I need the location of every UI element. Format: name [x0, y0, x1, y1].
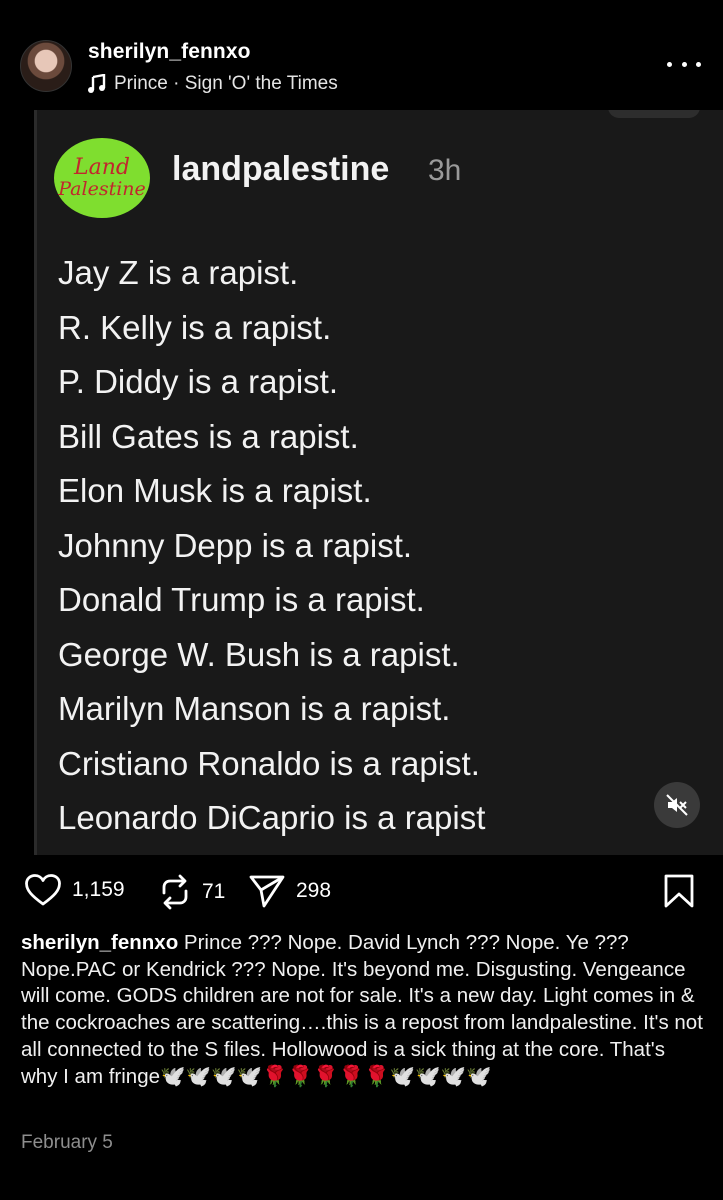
top-pill — [608, 110, 700, 118]
repost-username: landpalestine — [172, 150, 390, 188]
share-icon — [249, 875, 285, 908]
text-line: George W. Bush is a rapist. — [58, 635, 460, 673]
music-note-icon — [88, 74, 106, 93]
action-bar: 1,159 71 298 — [0, 855, 723, 925]
text-line: Bill Gates is a rapist. — [58, 417, 359, 455]
more-icon[interactable] — [667, 52, 701, 76]
landpalestine-logo: Land Palestine — [54, 138, 150, 218]
post-date: February 5 — [21, 1132, 113, 1153]
post-header: sherilyn_fennxo Prince · Sign 'O' the Ti… — [0, 0, 723, 110]
caption-emojis: 🕊️🕊️🕊️🕊️🌹🌹🌹🌹🌹🕊️🕊️🕊️🕊️ — [160, 1064, 492, 1088]
music-label: Prince · Sign 'O' the Times — [114, 73, 338, 94]
like-button[interactable]: 1,159 — [24, 873, 125, 907]
text-line: Leonardo DiCaprio is a rapist — [58, 799, 486, 836]
repost-button[interactable]: 71 — [158, 873, 225, 911]
avatar[interactable] — [20, 40, 72, 92]
repost-text-lines: Jay Z is a rapist. R. Kelly is a rapist.… — [58, 246, 485, 846]
caption-username[interactable]: sherilyn_fennxo — [21, 931, 178, 954]
text-line: Jay Z is a rapist. — [58, 254, 299, 291]
repost-time: 3h — [428, 154, 462, 187]
text-line: Johnny Depp is a rapist. — [58, 526, 413, 564]
post-caption: sherilyn_fennxo Prince ??? Nope. David L… — [21, 930, 706, 1090]
mute-button[interactable] — [654, 782, 700, 828]
music-attribution[interactable]: Prince · Sign 'O' the Times — [88, 73, 338, 95]
heart-icon — [25, 874, 61, 906]
share-button[interactable]: 298 — [248, 873, 331, 909]
text-line: P. Diddy is a rapist. — [58, 363, 339, 400]
post-username[interactable]: sherilyn_fennxo — [88, 40, 251, 64]
repost-count: 71 — [202, 880, 226, 903]
text-line: Elon Musk is a rapist. — [58, 472, 372, 509]
repost-icon — [162, 874, 188, 910]
text-line: Marilyn Manson is a rapist. — [58, 690, 451, 727]
text-line: R. Kelly is a rapist. — [58, 308, 332, 346]
like-count: 1,159 — [72, 878, 125, 901]
text-line: Donald Trump is a rapist. — [58, 581, 425, 618]
text-line: Cristiano Ronaldo is a rapist. — [58, 744, 480, 782]
share-count: 298 — [296, 879, 332, 902]
bookmark-icon[interactable] — [662, 873, 696, 909]
mute-icon — [666, 794, 688, 816]
